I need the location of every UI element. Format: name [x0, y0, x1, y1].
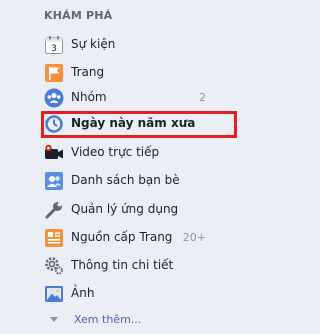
see-more-label: Xem thêm... [74, 313, 142, 326]
chevron-down-icon [50, 317, 58, 322]
insights-gear-icon [45, 257, 63, 275]
pages-feed-icon [45, 229, 63, 247]
friend-list-icon [45, 172, 63, 190]
sidebar-item-events[interactable]: 3 Sự kiện [0, 31, 222, 59]
live-video-icon [45, 144, 63, 159]
on-this-day-icon [44, 115, 63, 133]
sidebar-item-label: Ngày này năm xưa [71, 116, 196, 130]
sidebar-item-label: Video trực tiếp [71, 145, 160, 159]
sidebar-item-label: Ảnh [71, 286, 95, 300]
sidebar-item-insights[interactable]: Thông tin chi tiết [0, 252, 222, 280]
sidebar-item-label: Nguồn cấp Trang [71, 230, 173, 244]
wrench-icon [45, 202, 62, 219]
calendar-day-number: 3 [51, 44, 57, 54]
sidebar-item-friend-lists[interactable]: Danh sách bạn bè [0, 167, 222, 195]
sidebar-item-label: Trang [71, 65, 105, 79]
sidebar-item-label: Nhóm [71, 90, 107, 104]
photos-icon [45, 286, 63, 302]
sidebar-item-groups[interactable]: Nhóm 2 [0, 84, 222, 112]
sidebar-item-pages[interactable]: Trang [0, 59, 222, 87]
see-more-link[interactable]: Xem thêm... [44, 313, 164, 329]
sidebar-item-pages-feed[interactable]: Nguồn cấp Trang 20+ [0, 224, 222, 252]
sidebar-item-label: Danh sách bạn bè [71, 173, 180, 187]
sidebar-item-label: Thông tin chi tiết [71, 258, 174, 272]
pages-feed-count-badge: 20+ [182, 231, 206, 244]
sidebar-item-on-this-day[interactable]: Ngày này năm xưa [0, 110, 222, 138]
group-count-badge: 2 [199, 91, 206, 104]
sidebar-item-manage-apps[interactable]: Quản lý ứng dụng [0, 196, 222, 224]
explore-panel: KHÁM PHÁ 3 Sự kiện Trang Nhóm 2 Ngày này… [0, 0, 237, 334]
calendar-icon: 3 [45, 36, 63, 54]
section-title: KHÁM PHÁ [44, 9, 113, 22]
sidebar-item-live-video[interactable]: Video trực tiếp [0, 139, 222, 167]
sidebar-item-label: Sự kiện [71, 37, 116, 51]
groups-icon [44, 88, 64, 108]
flag-icon [45, 64, 63, 82]
sidebar-item-label: Quản lý ứng dụng [71, 202, 179, 216]
sidebar-item-photos[interactable]: Ảnh [0, 280, 222, 308]
